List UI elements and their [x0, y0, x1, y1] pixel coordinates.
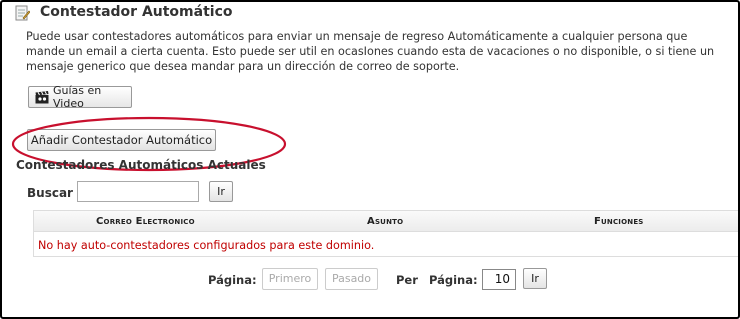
search-label: Buscar	[27, 186, 73, 200]
current-autoresponders-heading: Contestadores Automáticos Actuales	[16, 158, 266, 172]
autoresponder-panel: Contestador Automático Puede usar contes…	[0, 0, 740, 319]
per-page-input[interactable]: 10	[482, 269, 516, 290]
add-autoresponder-button[interactable]: Añadir Contestador Automático	[27, 129, 216, 151]
column-email[interactable]: Correo Electronico	[96, 216, 195, 227]
page-title: Contestador Automático	[40, 4, 233, 20]
previous-page-button[interactable]: Pasado	[325, 268, 378, 290]
column-subject[interactable]: Asunto	[367, 216, 403, 227]
empty-state-message: No hay auto-contestadores configurados p…	[38, 239, 375, 252]
autoresponders-table: Correo Electronico Asunto Funciones No h…	[33, 210, 738, 257]
first-page-button[interactable]: Primero	[262, 268, 318, 290]
per-page-label: Página:	[429, 273, 478, 287]
video-guides-button[interactable]: Guías en Video	[28, 84, 132, 110]
per-page-go-button[interactable]: Ir	[523, 268, 547, 289]
per-label: Per	[396, 273, 418, 287]
clapperboard-icon	[35, 90, 49, 104]
column-functions: Funciones	[594, 216, 644, 227]
search-input[interactable]	[77, 181, 199, 202]
pagination-page-label: Página:	[208, 273, 257, 287]
note-pencil-icon	[14, 5, 31, 21]
search-go-button[interactable]: Ir	[209, 181, 233, 202]
table-header: Correo Electronico Asunto Funciones	[34, 211, 738, 232]
description-text: Puede usar contestadores automáticos par…	[26, 30, 715, 73]
video-guides-label: Guías en Video	[53, 84, 102, 110]
